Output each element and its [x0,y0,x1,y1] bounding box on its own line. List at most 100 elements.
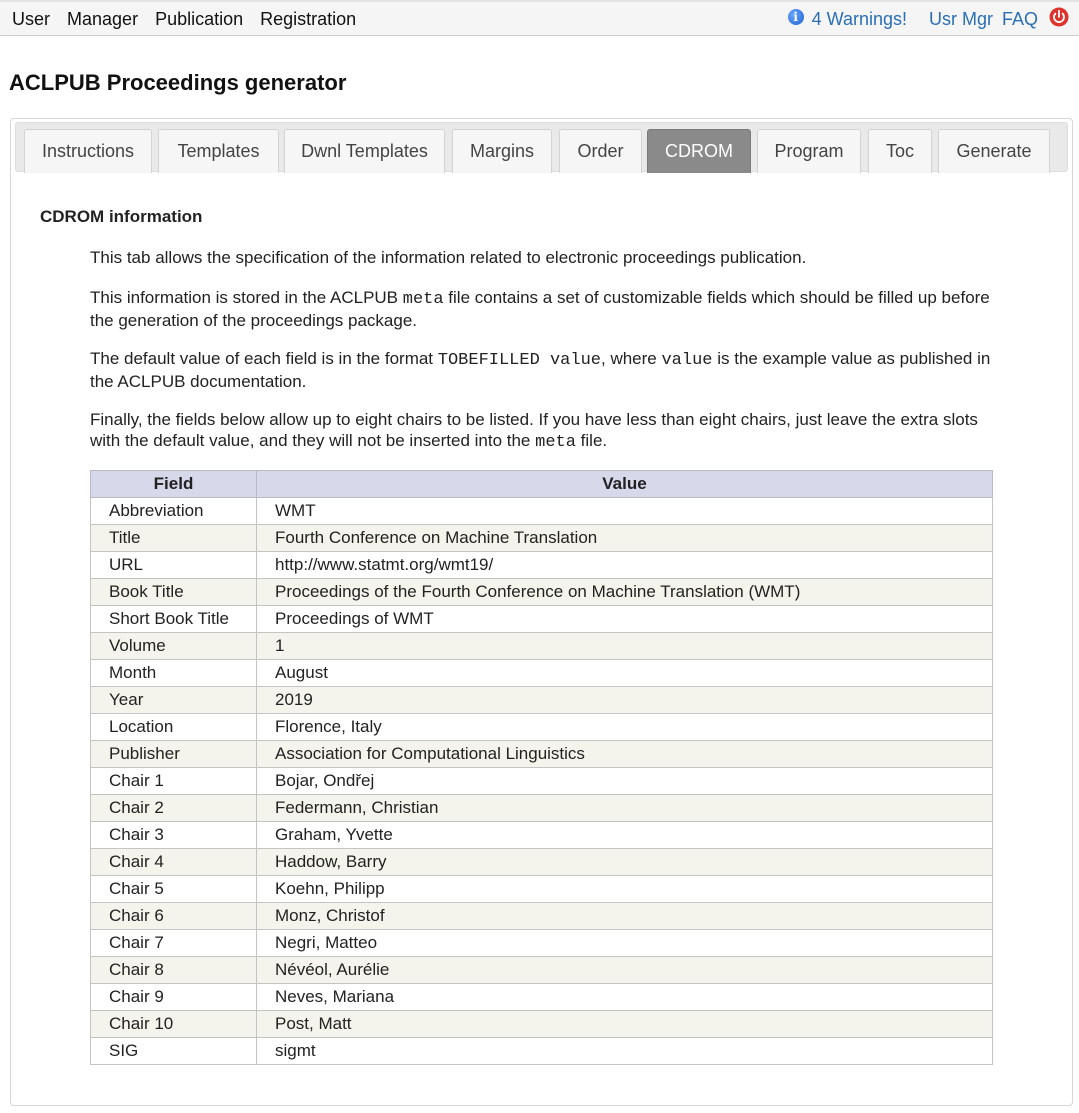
field-value-cell[interactable]: Névéol, Aurélie [256,956,993,984]
field-value-cell[interactable]: Proceedings of WMT [256,605,993,633]
field-name-cell: Chair 1 [90,767,257,795]
field-name-cell: Abbreviation [90,497,257,525]
cdrom-fields-table: Field Value Abbreviation WMT Title Fourth C… [90,470,993,1065]
info-icon: i [787,9,804,25]
field-value-cell[interactable]: Post, Matt [256,1010,993,1038]
field-name-cell: Chair 7 [90,929,257,957]
tab-margins[interactable]: Margins [452,129,552,173]
field-name-cell: Book Title [90,578,257,606]
table-row: Chair 8 Névéol, Aurélie [90,956,993,984]
tab-bar: Instructions Templates Dwnl Templates Ma… [15,122,1068,173]
menu-publication[interactable]: Publication [155,9,243,30]
field-name-cell: Chair 8 [90,956,257,984]
field-value-cell[interactable]: Neves, Mariana [256,983,993,1011]
field-value-cell[interactable]: 2019 [256,686,993,714]
table-row: Short Book Title Proceedings of WMT [90,605,993,633]
main-menu: User Manager Publication Registration [12,2,373,36]
table-row: Publisher Association for Computational L… [90,740,993,768]
table-row: Chair 4 Haddow, Barry [90,848,993,876]
table-row: Year 2019 [90,686,993,714]
tobefilled-code: TOBEFILLED value [437,351,601,370]
field-value-cell[interactable]: WMT [256,497,993,525]
meta-code: meta [402,290,444,309]
right-menu: i 4 Warnings! Usr Mgr FAQ [787,2,1069,36]
tab-instructions[interactable]: Instructions [24,129,152,173]
field-name-cell: Chair 3 [90,821,257,849]
tab-cdrom[interactable]: CDROM [647,129,751,173]
table-row: Chair 7 Negri, Matteo [90,929,993,957]
field-value-cell[interactable]: Haddow, Barry [256,848,993,876]
tab-program[interactable]: Program [757,129,861,173]
intro-paragraph: This tab allows the specification of the… [90,248,807,267]
field-value-cell[interactable]: Bojar, Ondřej [256,767,993,795]
menu-registration[interactable]: Registration [260,9,356,30]
field-name-cell: SIG [90,1037,257,1065]
field-name-cell: Chair 9 [90,983,257,1011]
field-name-cell: Chair 2 [90,794,257,822]
field-value-cell[interactable]: http://www.statmt.org/wmt19/ [256,551,993,579]
field-value-cell[interactable]: Graham, Yvette [256,821,993,849]
table-row: Chair 6 Monz, Christof [90,902,993,930]
table-row: Chair 2 Federmann, Christian [90,794,993,822]
faq-link[interactable]: FAQ [1002,9,1038,30]
table-row: Book Title Proceedings of the Fourth Conf… [90,578,993,606]
chairs-paragraph: Finally, the fields below allow up to ei… [90,410,978,452]
table-row: Abbreviation WMT [90,497,993,525]
power-icon[interactable] [1049,7,1069,27]
value-code: value [661,351,713,370]
tab-templates[interactable]: Templates [158,129,279,173]
field-value-cell[interactable]: Association for Computational Linguistic… [256,740,993,768]
table-row: Volume 1 [90,632,993,660]
field-value-cell[interactable]: Florence, Italy [256,713,993,741]
warnings-link[interactable]: i 4 Warnings! [787,8,907,30]
field-column-header: Field [90,470,257,498]
generator-panel: Instructions Templates Dwnl Templates Ma… [10,118,1073,1106]
table-row: Chair 10 Post, Matt [90,1010,993,1038]
field-name-cell: Location [90,713,257,741]
table-row: Location Florence, Italy [90,713,993,741]
field-value-cell[interactable]: August [256,659,993,687]
menu-user[interactable]: User [12,9,50,30]
default-value-paragraph: The default value of each field is in th… [90,349,991,391]
field-value-cell[interactable]: Monz, Christof [256,902,993,930]
field-name-cell: Chair 6 [90,902,257,930]
field-name-cell: Chair 5 [90,875,257,903]
warnings-label: 4 Warnings! [811,8,907,29]
meta-code: meta [535,433,576,452]
storage-paragraph: This information is stored in the ACLPUB… [90,288,990,330]
usr-mgr-link[interactable]: Usr Mgr [929,9,993,30]
field-name-cell: Year [90,686,257,714]
field-name-cell: Publisher [90,740,257,768]
field-value-cell[interactable]: Federmann, Christian [256,794,993,822]
field-name-cell: Title [90,524,257,552]
field-name-cell: Short Book Title [90,605,257,633]
table-header-row: Field Value [90,470,993,498]
field-value-cell[interactable]: Proceedings of the Fourth Conference on … [256,578,993,606]
field-name-cell: URL [90,551,257,579]
table-row: Chair 1 Bojar, Ondřej [90,767,993,795]
top-nav-bar: User Manager Publication Registration i … [0,0,1079,36]
field-value-cell[interactable]: Negri, Matteo [256,929,993,957]
table-row: Month August [90,659,993,687]
table-row: Chair 3 Graham, Yvette [90,821,993,849]
field-name-cell: Chair 4 [90,848,257,876]
field-value-cell[interactable]: 1 [256,632,993,660]
table-row: Chair 5 Koehn, Philipp [90,875,993,903]
value-column-header: Value [256,470,993,498]
tab-dwnl-templates[interactable]: Dwnl Templates [284,129,445,173]
field-value-cell[interactable]: Fourth Conference on Machine Translation [256,524,993,552]
table-row: URL http://www.statmt.org/wmt19/ [90,551,993,579]
page-title: ACLPUB Proceedings generator [9,70,347,95]
tab-toc[interactable]: Toc [868,129,932,173]
menu-manager[interactable]: Manager [67,9,138,30]
section-title: CDROM information [40,207,203,226]
tab-generate[interactable]: Generate [938,129,1050,173]
field-value-cell[interactable]: Koehn, Philipp [256,875,993,903]
table-row: SIG sigmt [90,1037,993,1065]
table-row: Title Fourth Conference on Machine Transl… [90,524,993,552]
table-body: Abbreviation WMT Title Fourth Conference on… [90,497,993,1065]
tab-order[interactable]: Order [559,129,642,173]
field-name-cell: Volume [90,632,257,660]
field-value-cell[interactable]: sigmt [256,1037,993,1065]
field-name-cell: Month [90,659,257,687]
